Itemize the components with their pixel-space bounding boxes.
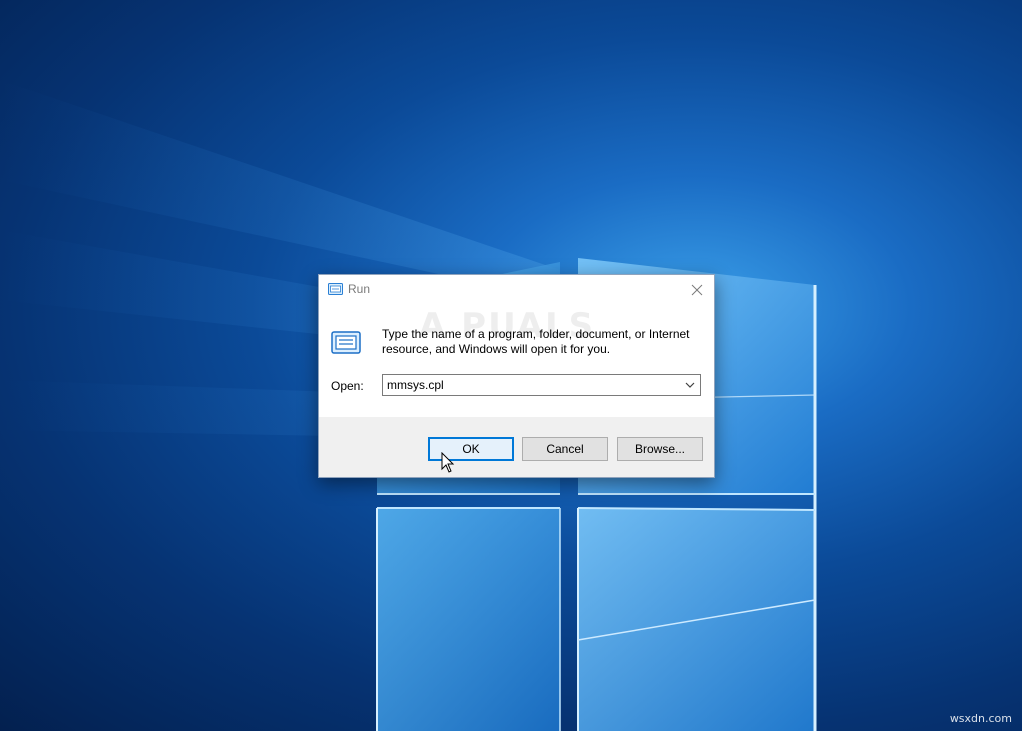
- dialog-body: A PUALS Type the name of a program, fold…: [319, 304, 714, 417]
- browse-button[interactable]: Browse...: [617, 437, 703, 461]
- dialog-footer: OK Cancel Browse...: [319, 417, 714, 477]
- close-icon: [691, 284, 703, 295]
- run-app-icon: [328, 283, 343, 295]
- dialog-description: Type the name of a program, folder, docu…: [382, 327, 690, 356]
- desktop: Run A PUALS Type the name of a program, …: [0, 0, 1022, 731]
- run-app-icon: [331, 331, 361, 354]
- chevron-down-icon: [685, 382, 695, 388]
- open-combobox[interactable]: [382, 374, 701, 396]
- title-bar[interactable]: Run: [319, 275, 714, 304]
- site-watermark: wsxdn.com: [949, 712, 1012, 725]
- close-button[interactable]: [680, 275, 714, 304]
- open-label: Open:: [331, 379, 364, 393]
- dropdown-button[interactable]: [680, 375, 700, 395]
- dialog-title: Run: [348, 282, 371, 296]
- run-dialog: Run A PUALS Type the name of a program, …: [318, 274, 715, 478]
- open-input[interactable]: [383, 375, 678, 395]
- mouse-cursor-icon: [441, 452, 455, 473]
- cancel-button[interactable]: Cancel: [522, 437, 608, 461]
